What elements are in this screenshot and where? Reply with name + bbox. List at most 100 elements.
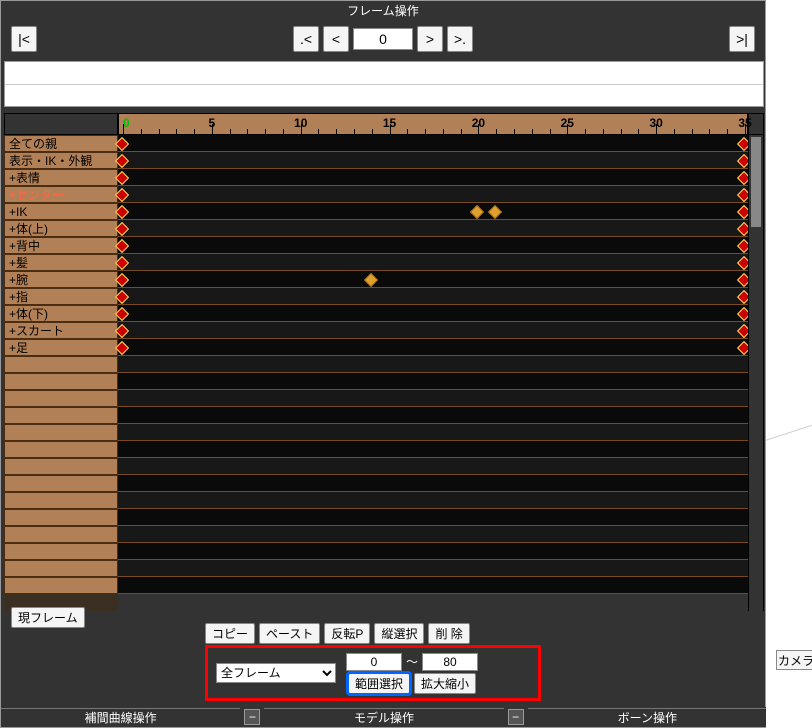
bone-row-empty: [4, 458, 118, 475]
flip-paste-button[interactable]: 反転P: [324, 623, 370, 644]
panel-title: フレーム操作: [1, 1, 765, 21]
range-end-input[interactable]: [422, 653, 478, 671]
bone-row[interactable]: +指: [4, 288, 118, 305]
bone-row[interactable]: +スカート: [4, 322, 118, 339]
delete-button[interactable]: 削 除: [428, 623, 469, 644]
nav-first-button[interactable]: |<: [11, 26, 37, 52]
range-select-button[interactable]: 範囲選択: [348, 673, 410, 694]
bone-row-empty: [4, 407, 118, 424]
bone-row-empty: [4, 577, 118, 594]
track-row[interactable]: [118, 237, 748, 254]
range-inputs: ～: [346, 653, 478, 671]
track-row[interactable]: [118, 560, 748, 577]
bone-row[interactable]: +足: [4, 339, 118, 356]
track-row[interactable]: [118, 186, 748, 203]
bone-row[interactable]: +体(下): [4, 305, 118, 322]
bone-row-empty: [4, 492, 118, 509]
track-row[interactable]: [118, 407, 748, 424]
bone-row[interactable]: +髪: [4, 254, 118, 271]
track-row[interactable]: [118, 509, 748, 526]
side-decor-line: [766, 420, 812, 599]
range-start-input[interactable]: [346, 653, 402, 671]
copy-button[interactable]: コピー: [205, 623, 255, 644]
track-row[interactable]: [118, 458, 748, 475]
track-row[interactable]: [118, 152, 748, 169]
app-root: フレーム操作 |< .< < > >. >| 05101520253035 全て…: [0, 0, 812, 728]
track-row[interactable]: [118, 543, 748, 560]
track-row[interactable]: [118, 288, 748, 305]
nav-prev-key-button[interactable]: .<: [293, 26, 319, 52]
bone-row[interactable]: +体(上): [4, 220, 118, 237]
bone-row[interactable]: +背中: [4, 237, 118, 254]
track-row[interactable]: [118, 373, 748, 390]
bone-row[interactable]: +表情: [4, 169, 118, 186]
timeline-body: 全ての親表示・IK・外観+表情+センター+IK+体(上)+背中+髪+腕+指+体(…: [4, 135, 764, 611]
track-row[interactable]: [118, 577, 748, 594]
bone-row[interactable]: 全ての親: [4, 135, 118, 152]
bone-row-empty: [4, 543, 118, 560]
track-row[interactable]: [118, 203, 748, 220]
bone-row-empty: [4, 441, 118, 458]
track-row[interactable]: [118, 169, 748, 186]
bone-row[interactable]: +センター: [4, 186, 118, 203]
track-row[interactable]: [118, 475, 748, 492]
range-tilde: ～: [406, 653, 418, 670]
edit-button-row: コピー ペースト 反転P 縦選択 削 除: [205, 623, 470, 644]
frame-nav-row: |< .< < > >. >|: [1, 21, 765, 57]
track-row[interactable]: [118, 526, 748, 543]
track-row[interactable]: [118, 305, 748, 322]
track-row[interactable]: [118, 254, 748, 271]
collapse-icon[interactable]: −: [244, 709, 260, 725]
track-row[interactable]: [118, 424, 748, 441]
bone-row-empty: [4, 560, 118, 577]
camera-button[interactable]: カメラ: [776, 650, 812, 670]
side-panel: カメラ: [766, 0, 812, 728]
info-band-divider: [5, 84, 763, 85]
track-row[interactable]: [118, 271, 748, 288]
track-row[interactable]: [118, 492, 748, 509]
track-row[interactable]: [118, 441, 748, 458]
footer-section-bone[interactable]: ボーン操作: [528, 708, 767, 726]
footer-section-curves[interactable]: 補間曲線操作: [1, 708, 240, 726]
current-frame-button[interactable]: 現フレーム: [11, 607, 85, 628]
info-band: [4, 61, 764, 107]
frame-scope-select[interactable]: 全フレーム: [216, 663, 336, 683]
timeline-area: 05101520253035 全ての親表示・IK・外観+表情+センター+IK+体…: [4, 113, 764, 611]
track-area[interactable]: [118, 135, 748, 594]
track-row[interactable]: [118, 135, 748, 152]
bone-row-empty: [4, 424, 118, 441]
track-row[interactable]: [118, 220, 748, 237]
range-tools-box: 全フレーム ～ 範囲選択 拡大縮小: [205, 645, 541, 701]
track-row[interactable]: [118, 390, 748, 407]
track-row[interactable]: [118, 339, 748, 356]
collapse-icon[interactable]: −: [508, 709, 524, 725]
bone-list: 全ての親表示・IK・外観+表情+センター+IK+体(上)+背中+髪+腕+指+体(…: [4, 135, 118, 611]
bone-row-empty: [4, 390, 118, 407]
bone-row[interactable]: +腕: [4, 271, 118, 288]
scale-button[interactable]: 拡大縮小: [414, 673, 476, 694]
range-buttons: 範囲選択 拡大縮小: [348, 673, 476, 694]
footer-bar: 補間曲線操作 − モデル操作 − ボーン操作: [1, 707, 767, 727]
footer-section-model[interactable]: モデル操作: [264, 708, 503, 726]
track-row[interactable]: [118, 322, 748, 339]
bone-row[interactable]: +IK: [4, 203, 118, 220]
current-frame-area: 現フレーム: [11, 607, 85, 628]
nav-last-button[interactable]: >|: [729, 26, 755, 52]
nav-next-key-button[interactable]: >.: [447, 26, 473, 52]
ruler-track[interactable]: 05101520253035: [118, 113, 748, 135]
bone-row-empty: [4, 526, 118, 543]
track-row[interactable]: [118, 356, 748, 373]
bone-row[interactable]: 表示・IK・外観: [4, 152, 118, 169]
vertical-select-button[interactable]: 縦選択: [374, 623, 424, 644]
paste-button[interactable]: ペースト: [259, 623, 320, 644]
vertical-scrollbar[interactable]: [748, 135, 764, 611]
ruler-label: 0: [123, 116, 130, 130]
range-group: ～ 範囲選択 拡大縮小: [346, 653, 478, 694]
nav-next-button[interactable]: >: [417, 26, 443, 52]
current-frame-input[interactable]: [353, 28, 413, 50]
nav-prev-button[interactable]: <: [323, 26, 349, 52]
scrollbar-thumb[interactable]: [751, 137, 761, 227]
bone-row-empty: [4, 509, 118, 526]
main-panel: フレーム操作 |< .< < > >. >| 05101520253035 全て…: [0, 0, 766, 728]
timeline-ruler: 05101520253035: [4, 113, 764, 135]
